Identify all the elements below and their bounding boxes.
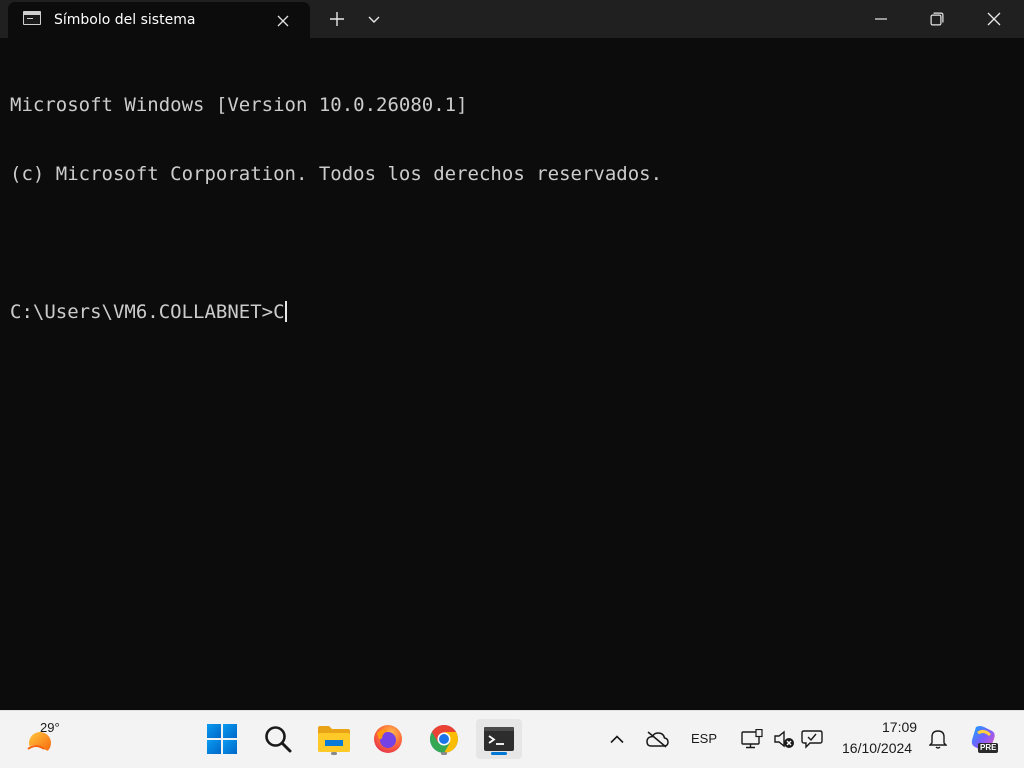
minimize-button[interactable] <box>853 0 909 38</box>
taskbar: 29° ESP 17:09 16/10/2024 PRE <box>0 710 1024 768</box>
terminal-button[interactable] <box>476 719 522 759</box>
bell-icon <box>929 730 947 749</box>
copilot-button[interactable]: PRE <box>964 719 1004 759</box>
tab-dropdown-button[interactable] <box>360 5 388 33</box>
minimize-icon <box>875 18 887 20</box>
running-indicator <box>441 752 447 755</box>
clock-date: 16/10/2024 <box>842 740 913 756</box>
chevron-down-icon <box>368 16 380 23</box>
chat-button[interactable] <box>792 719 832 759</box>
windows-logo-icon <box>207 724 237 754</box>
firefox-icon <box>374 725 402 753</box>
cmd-icon <box>23 11 41 25</box>
notifications-button[interactable] <box>918 719 958 759</box>
folder-icon <box>318 726 350 752</box>
tab-title: Símbolo del sistema <box>54 12 196 28</box>
chrome-button[interactable] <box>424 719 464 759</box>
active-indicator <box>491 752 507 755</box>
close-window-button[interactable] <box>966 0 1022 38</box>
clock-time: 17:09 <box>882 719 918 735</box>
weather-temperature: 29° <box>40 720 60 735</box>
search-icon <box>265 726 292 753</box>
chat-icon <box>801 730 823 749</box>
running-indicator <box>331 752 337 755</box>
chrome-icon <box>430 725 458 753</box>
restore-button[interactable] <box>909 0 965 38</box>
display-icon <box>741 729 763 749</box>
close-icon <box>987 12 1001 26</box>
console-line: (c) Microsoft Corporation. Todos los der… <box>10 163 663 185</box>
command-prompt[interactable]: C:\Users\VM6.COLLABNET>C <box>10 301 285 324</box>
chevron-up-icon <box>610 735 624 744</box>
console-line: Microsoft Windows [Version 10.0.26080.1] <box>10 94 468 116</box>
text-cursor <box>284 301 287 322</box>
file-explorer-button[interactable] <box>314 719 354 759</box>
console-output[interactable]: Microsoft Windows [Version 10.0.26080.1]… <box>10 48 1014 347</box>
close-icon <box>277 15 289 27</box>
onedrive-button[interactable] <box>637 719 677 759</box>
terminal-icon <box>484 727 514 751</box>
tab-simbolo-del-sistema[interactable]: Símbolo del sistema <box>8 2 310 38</box>
title-bar: Símbolo del sistema <box>0 0 1024 38</box>
show-hidden-icons-button[interactable] <box>597 719 637 759</box>
tab-close-button[interactable] <box>270 8 296 34</box>
start-button[interactable] <box>202 719 242 759</box>
preview-badge: PRE <box>978 743 999 753</box>
language-indicator[interactable]: ESP <box>691 731 717 746</box>
firefox-button[interactable] <box>368 719 408 759</box>
new-tab-button[interactable] <box>322 5 352 33</box>
plus-icon <box>330 12 344 26</box>
search-button[interactable] <box>258 719 298 759</box>
restore-icon <box>930 12 944 26</box>
cloud-offline-icon <box>646 731 669 748</box>
